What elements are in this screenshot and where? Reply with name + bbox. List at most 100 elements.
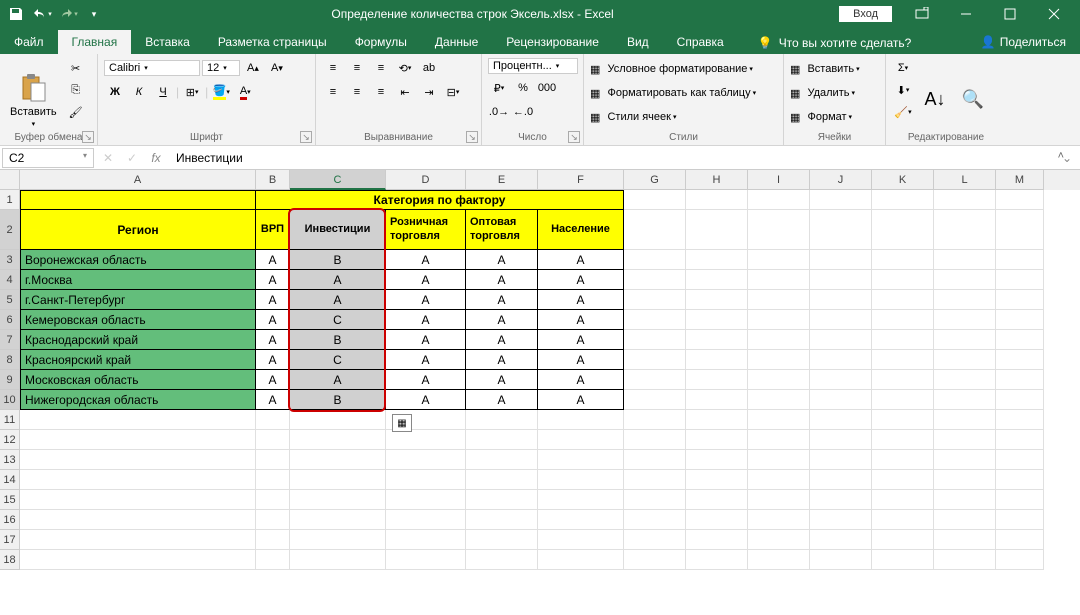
cell[interactable] <box>624 550 686 570</box>
cell[interactable] <box>624 290 686 310</box>
cell[interactable] <box>538 470 624 490</box>
find-select-button[interactable]: 🔍 <box>956 58 990 141</box>
cell[interactable] <box>538 430 624 450</box>
login-button[interactable]: Вход <box>839 6 892 22</box>
cell[interactable] <box>256 450 290 470</box>
cell[interactable] <box>20 410 256 430</box>
tab-insert[interactable]: Вставка <box>131 30 204 54</box>
cell[interactable] <box>386 470 466 490</box>
cell[interactable] <box>872 450 934 470</box>
border-button[interactable]: ⊞▾ <box>181 82 203 102</box>
cell[interactable]: A <box>538 350 624 370</box>
cell[interactable]: A <box>290 370 386 390</box>
cell[interactable] <box>466 470 538 490</box>
cell[interactable] <box>624 390 686 410</box>
cell[interactable] <box>538 550 624 570</box>
cell[interactable] <box>20 490 256 510</box>
cell[interactable] <box>624 190 686 210</box>
percent-button[interactable]: % <box>512 78 534 98</box>
cell[interactable] <box>686 470 748 490</box>
cell[interactable] <box>538 510 624 530</box>
cell[interactable] <box>624 270 686 290</box>
cell[interactable] <box>996 190 1044 210</box>
align-bottom-button[interactable]: ≡ <box>370 58 392 78</box>
cell[interactable] <box>290 430 386 450</box>
cell[interactable] <box>996 530 1044 550</box>
cell[interactable] <box>872 250 934 270</box>
row-header-14[interactable]: 14 <box>0 470 20 490</box>
cell[interactable] <box>996 290 1044 310</box>
bold-button[interactable]: Ж <box>104 82 126 102</box>
cell[interactable] <box>872 350 934 370</box>
tab-data[interactable]: Данные <box>421 30 492 54</box>
cell[interactable] <box>686 510 748 530</box>
cell[interactable] <box>934 430 996 450</box>
conditional-formatting-button[interactable]: ▦ Условное форматирование▾ <box>590 58 756 80</box>
cell[interactable] <box>290 550 386 570</box>
cell[interactable] <box>748 250 810 270</box>
cell[interactable]: A <box>466 290 538 310</box>
cell[interactable] <box>872 470 934 490</box>
cell[interactable] <box>934 450 996 470</box>
cell[interactable] <box>810 410 872 430</box>
cell[interactable] <box>996 330 1044 350</box>
cell[interactable] <box>872 270 934 290</box>
cell[interactable] <box>872 210 934 250</box>
cell[interactable] <box>810 250 872 270</box>
column-header-D[interactable]: D <box>386 170 466 190</box>
row-header-1[interactable]: 1 <box>0 190 20 210</box>
tell-me-search[interactable]: 💡 Что вы хотите сделать? <box>750 32 920 54</box>
cell[interactable]: ВРП <box>256 210 290 250</box>
cell[interactable]: Оптовая торговля <box>466 210 538 250</box>
cell[interactable] <box>810 290 872 310</box>
cell[interactable] <box>872 330 934 350</box>
cell[interactable] <box>934 490 996 510</box>
cell[interactable] <box>256 410 290 430</box>
quick-analysis-button[interactable]: ▦ <box>392 414 412 432</box>
cell[interactable] <box>686 430 748 450</box>
delete-cells-button[interactable]: ▦ Удалить▾ <box>790 82 860 104</box>
cell[interactable] <box>538 450 624 470</box>
decrease-font-button[interactable]: A▾ <box>266 58 288 78</box>
cell[interactable]: A <box>466 350 538 370</box>
cell[interactable] <box>386 490 466 510</box>
cell[interactable] <box>810 370 872 390</box>
cell[interactable]: A <box>386 390 466 410</box>
cell[interactable] <box>624 330 686 350</box>
cell[interactable]: г.Москва <box>20 270 256 290</box>
cell[interactable] <box>748 510 810 530</box>
cell[interactable] <box>996 370 1044 390</box>
cell[interactable] <box>290 510 386 530</box>
cell[interactable] <box>748 330 810 350</box>
cell[interactable]: A <box>386 270 466 290</box>
redo-button[interactable]: ▾ <box>56 2 80 26</box>
format-cells-button[interactable]: ▦ Формат▾ <box>790 106 860 128</box>
row-header-11[interactable]: 11 <box>0 410 20 430</box>
row-header-3[interactable]: 3 <box>0 250 20 270</box>
clipboard-launcher[interactable]: ↘ <box>82 131 94 143</box>
cell[interactable] <box>872 550 934 570</box>
cell[interactable] <box>256 530 290 550</box>
cell[interactable] <box>290 470 386 490</box>
cell[interactable] <box>934 290 996 310</box>
cell[interactable] <box>624 310 686 330</box>
tab-file[interactable]: Файл <box>0 30 58 54</box>
maximize-button[interactable] <box>988 0 1032 28</box>
cell[interactable] <box>748 490 810 510</box>
cell[interactable] <box>20 470 256 490</box>
cell[interactable] <box>748 310 810 330</box>
cell[interactable]: A <box>466 310 538 330</box>
cell[interactable] <box>872 430 934 450</box>
row-header-17[interactable]: 17 <box>0 530 20 550</box>
cell[interactable] <box>996 210 1044 250</box>
row-header-2[interactable]: 2 <box>0 210 20 250</box>
cell[interactable] <box>624 530 686 550</box>
cancel-formula-icon[interactable]: ✕ <box>96 151 120 165</box>
column-header-F[interactable]: F <box>538 170 624 190</box>
cell[interactable] <box>466 530 538 550</box>
cell[interactable] <box>20 450 256 470</box>
cell[interactable] <box>748 550 810 570</box>
cell[interactable] <box>872 530 934 550</box>
font-size-dropdown[interactable]: 12▾ <box>202 60 240 76</box>
cell[interactable] <box>810 210 872 250</box>
